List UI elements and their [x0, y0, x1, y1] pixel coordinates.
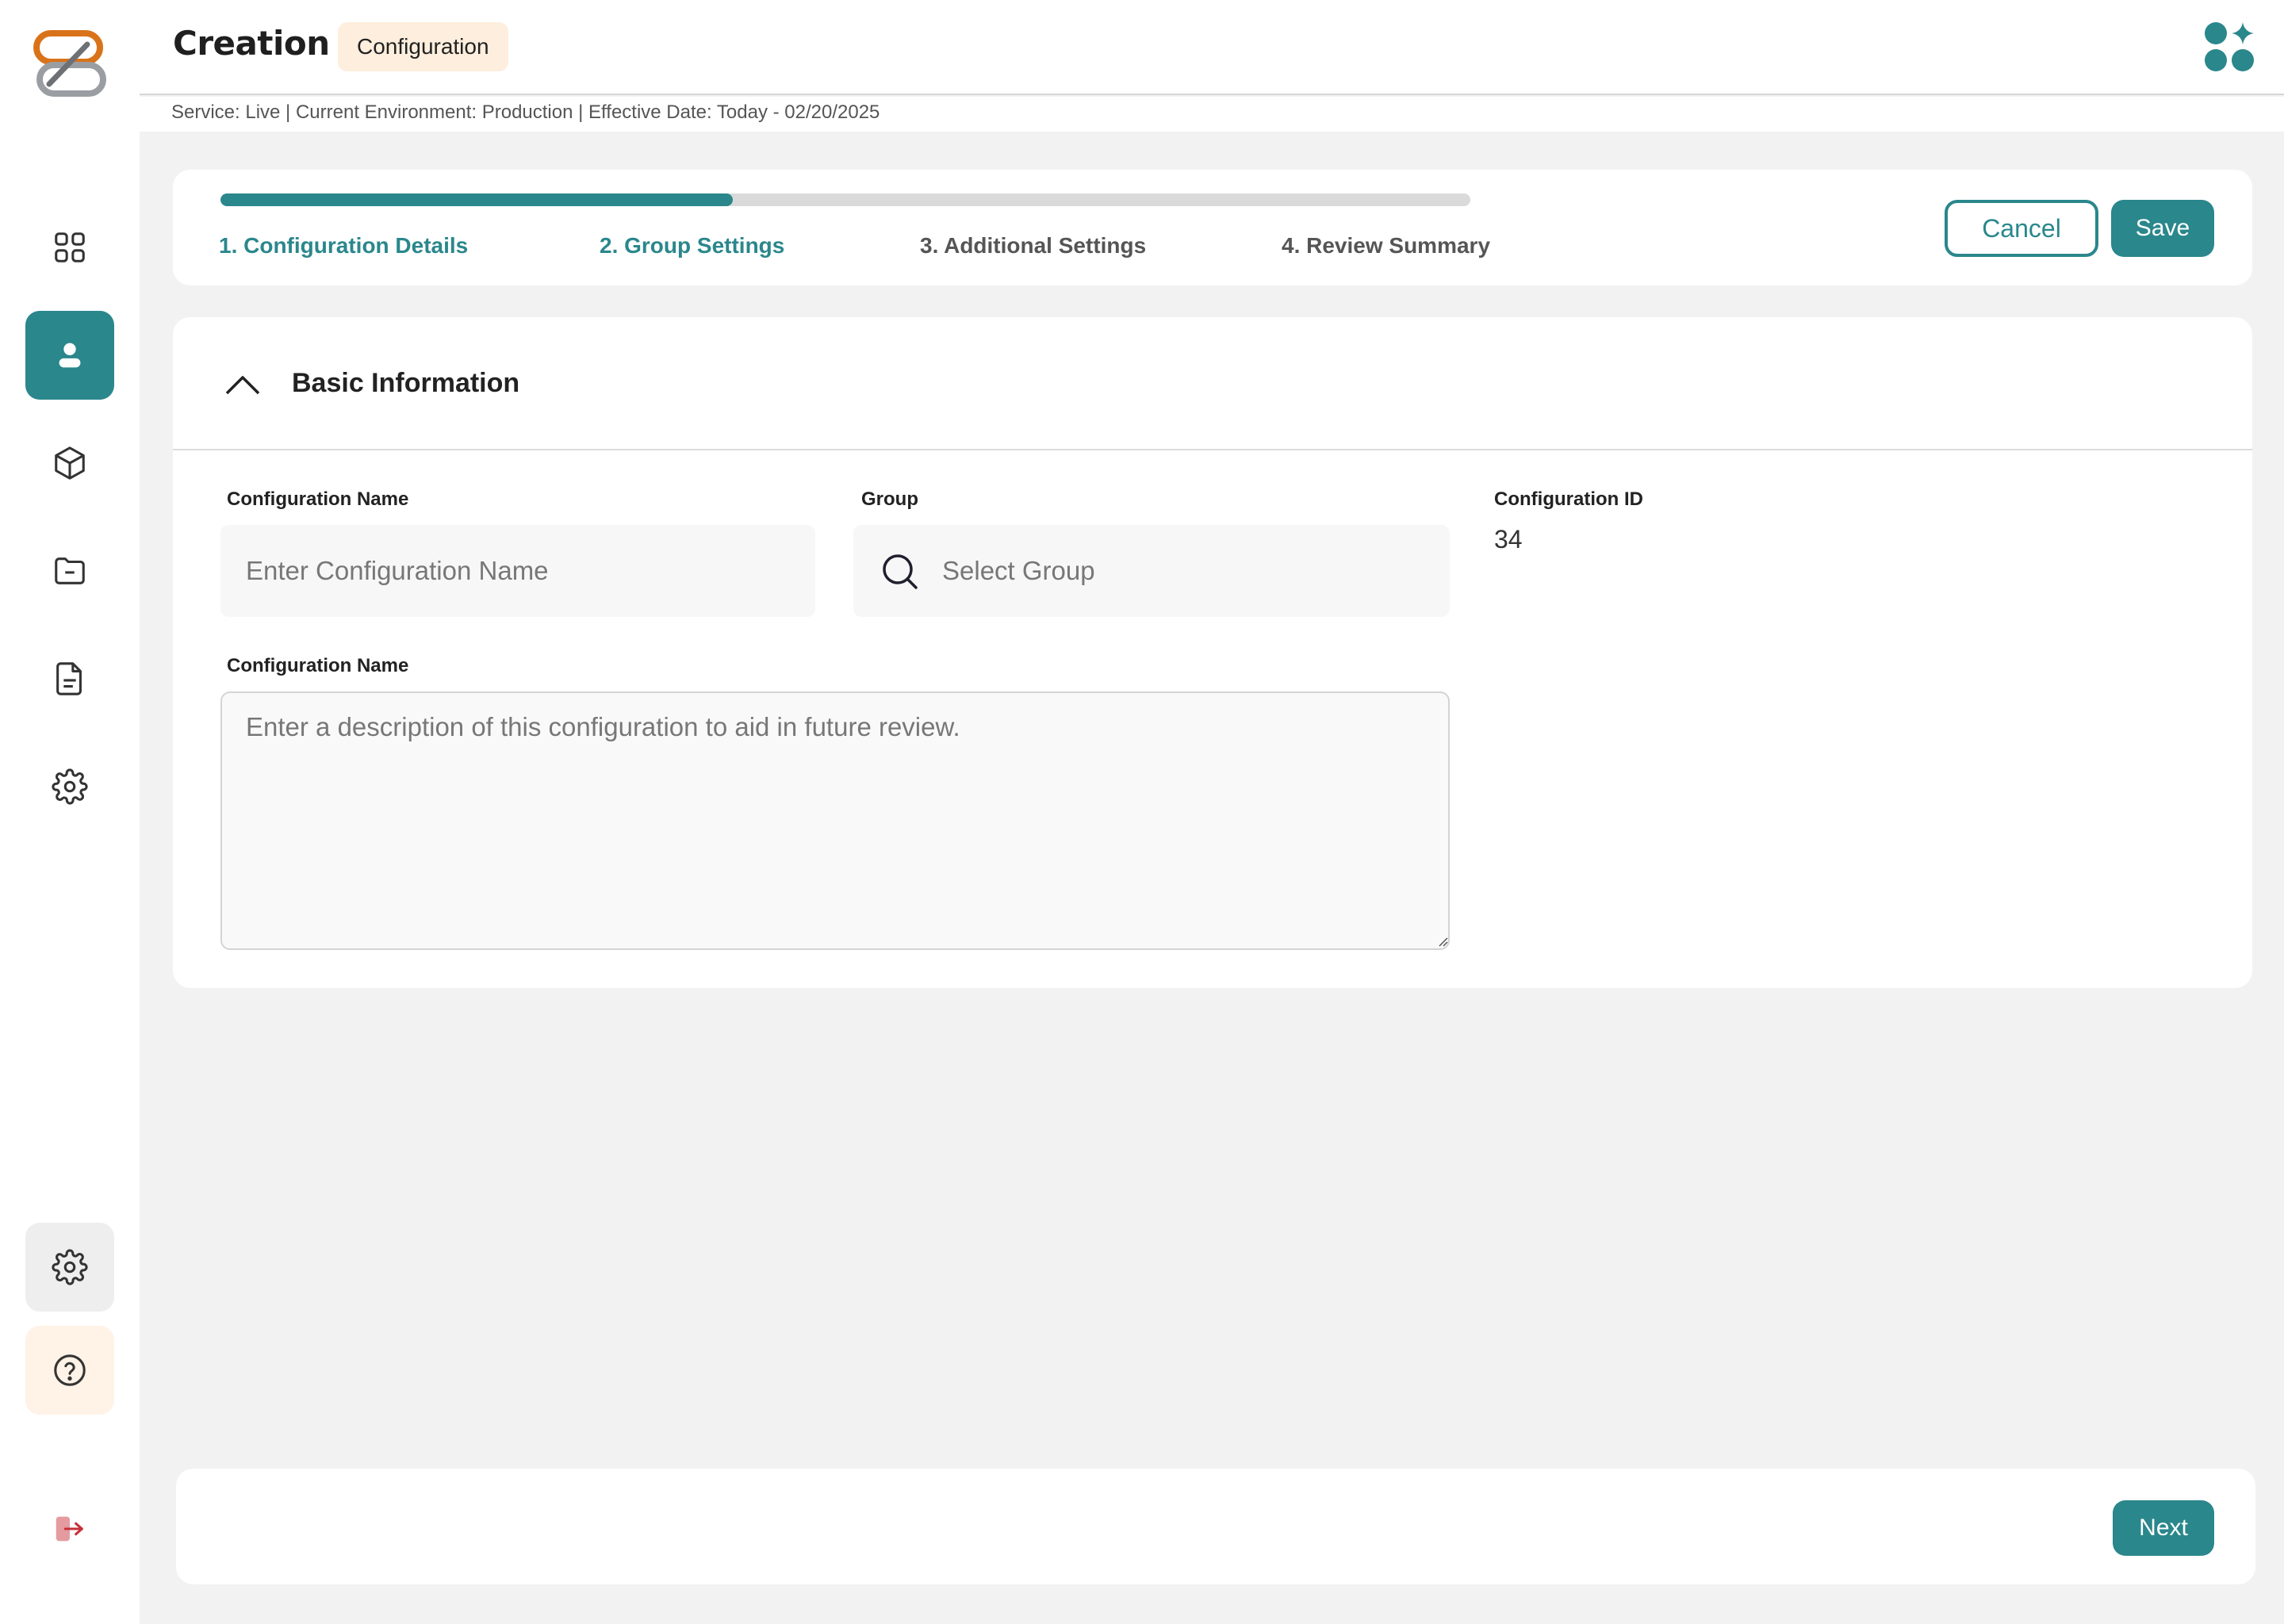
group-search-input[interactable] — [853, 525, 1450, 617]
step-configuration-details[interactable]: 1. Configuration Details — [219, 233, 468, 259]
step-additional-settings[interactable]: 3. Additional Settings — [920, 233, 1146, 259]
basic-information-card: Basic Information Configuration Name Gro… — [173, 317, 2252, 988]
step-group-settings[interactable]: 2. Group Settings — [600, 233, 784, 259]
page-type-badge: Configuration — [338, 22, 508, 71]
resize-grip-icon[interactable] — [1435, 934, 1448, 947]
config-id-value: 34 — [1494, 525, 1523, 553]
logout-button[interactable] — [25, 1484, 114, 1573]
section-title: Basic Information — [292, 368, 520, 398]
description-label: Configuration Name — [227, 655, 409, 676]
top-header: Creation Configuration — [140, 0, 2284, 95]
sidebar-item-documents[interactable] — [25, 634, 114, 723]
sidebar — [0, 0, 140, 1624]
sidebar-item-dashboard[interactable] — [25, 203, 114, 292]
chevron-up-icon[interactable] — [224, 370, 262, 401]
config-name-input[interactable] — [220, 525, 815, 617]
sidebar-item-help[interactable] — [25, 1326, 114, 1415]
progress-bar — [220, 193, 1470, 206]
environment-status-line: Service: Live | Current Environment: Pro… — [140, 97, 2284, 132]
description-textarea[interactable] — [220, 691, 1450, 950]
gear-icon — [52, 1249, 88, 1285]
section-header[interactable]: Basic Information — [173, 317, 2252, 450]
sidebar-item-users[interactable] — [25, 311, 114, 400]
step-review-summary[interactable]: 4. Review Summary — [1282, 233, 1490, 259]
folder-icon — [55, 557, 85, 584]
progress-fill — [220, 193, 734, 206]
config-id-label: Configuration ID — [1494, 488, 1643, 510]
group-label: Group — [861, 488, 918, 510]
cancel-button[interactable]: Cancel — [1945, 200, 2098, 257]
next-button[interactable]: Next — [2113, 1500, 2214, 1556]
gear-icon — [52, 768, 88, 805]
user-icon — [59, 343, 81, 368]
config-name-label: Configuration Name — [227, 488, 409, 510]
sidebar-item-settings[interactable] — [25, 742, 114, 831]
grid-icon — [55, 232, 85, 262]
footer-card: Next — [176, 1469, 2255, 1584]
stepper-card: 1. Configuration Details 2. Group Settin… — [173, 170, 2252, 285]
save-button[interactable]: Save — [2111, 200, 2214, 257]
box-icon — [55, 446, 85, 480]
document-icon — [56, 662, 82, 695]
search-icon — [883, 554, 918, 589]
apps-sparkle-icon[interactable] — [2203, 21, 2257, 75]
sidebar-item-admin-settings[interactable] — [25, 1223, 114, 1312]
page-title: Creation — [173, 24, 330, 63]
sidebar-item-packages[interactable] — [25, 419, 114, 508]
sidebar-item-folders[interactable] — [25, 527, 114, 615]
app-logo[interactable] — [32, 29, 108, 100]
logout-icon — [56, 1516, 83, 1542]
help-icon — [54, 1354, 86, 1386]
